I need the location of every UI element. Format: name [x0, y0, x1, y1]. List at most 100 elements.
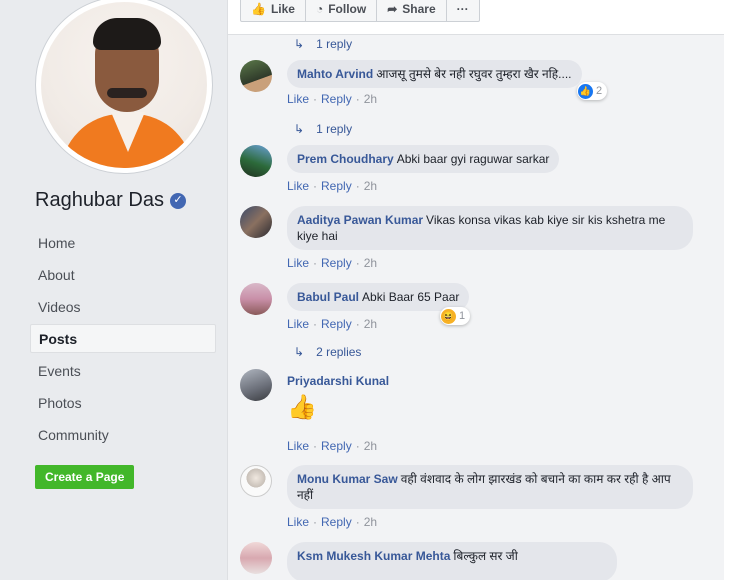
nav-item-label: Community	[38, 426, 109, 443]
reaction-summary[interactable]: 👍 2	[577, 82, 608, 100]
comment-time[interactable]: 2h	[364, 92, 377, 106]
nav-item-label: Photos	[38, 394, 82, 411]
comment-meta: Like · Reply · 2h	[287, 179, 378, 193]
view-replies-link[interactable]: ↳ 1 reply	[294, 122, 352, 136]
nav-item-photos[interactable]: Photos	[30, 388, 216, 417]
comment-like-link[interactable]: Like	[287, 439, 309, 453]
comment-meta: Like · Reply · 2h	[287, 439, 378, 453]
comment-reply-link[interactable]: Reply	[321, 92, 352, 106]
comment-text: आजसू तुमसे बेर नही रघुवर तुम्हरा खैर नहि…	[376, 67, 572, 81]
comment-time[interactable]: 2h	[364, 515, 377, 529]
reply-arrow-icon: ↳	[294, 345, 305, 359]
comment-reply-link[interactable]: Reply	[321, 439, 352, 453]
replies-count: 1 reply	[316, 37, 353, 51]
nav-item-community[interactable]: Community	[30, 420, 216, 449]
comment-reply-link[interactable]: Reply	[321, 515, 352, 529]
like-page-button[interactable]: 👍 Like	[240, 0, 306, 22]
comment-like-link[interactable]: Like	[287, 256, 309, 270]
reaction-count: 1	[459, 310, 466, 322]
comment-like-link[interactable]: Like	[287, 515, 309, 529]
comment-reply-link[interactable]: Reply	[321, 179, 352, 193]
view-replies-link[interactable]: ↳ 1 reply	[294, 37, 352, 51]
comment-meta: Like · Reply · 2h	[287, 515, 378, 529]
comment-bubble: Babul Paul Abki Baar 65 Paar	[287, 283, 470, 311]
comment-author[interactable]: Aaditya Pawan Kumar	[297, 213, 423, 227]
more-button[interactable]: ···	[445, 0, 480, 22]
verified-check-icon: ✓	[169, 192, 186, 209]
nav-item-videos[interactable]: Videos	[30, 292, 216, 321]
comment-bubble: Ksm Mukesh Kumar Mehta बिल्कुल सर जी	[287, 542, 617, 580]
comment-reply-link[interactable]: Reply	[321, 317, 352, 331]
comment-author[interactable]: Monu Kumar Saw	[297, 472, 398, 486]
reply-arrow-icon: ↳	[294, 37, 305, 51]
like-page-label: Like	[270, 2, 295, 16]
follow-label: Follow	[328, 2, 367, 16]
comment-bubble: Mahto Arvind आजसू तुमसे बेर नही रघुवर तुम…	[287, 60, 582, 88]
comment-bubble: Aaditya Pawan Kumar Vikas konsa vikas kab…	[287, 206, 693, 250]
share-button[interactable]: ➦ Share	[376, 0, 447, 22]
nav-item-posts[interactable]: Posts	[30, 324, 216, 353]
create-page-button[interactable]: Create a Page	[35, 465, 135, 489]
replies-count: 2 replies	[316, 345, 362, 359]
comment-author[interactable]: Prem Choudhary	[297, 152, 394, 166]
reaction-count: 2	[596, 85, 603, 97]
nav-item-home[interactable]: Home	[30, 228, 216, 257]
haha-reaction-icon: 😆	[441, 308, 456, 324]
comment-text: बिल्कुल सर जी	[453, 549, 518, 563]
avatar[interactable]	[240, 369, 272, 401]
comment-meta: Like · Reply · 2h	[287, 92, 378, 106]
nav-item-label: Videos	[38, 298, 81, 315]
nav-item-label: Posts	[39, 330, 78, 347]
follow-button[interactable]: ◔ Follow	[304, 0, 378, 22]
comment-meta: Like · Reply · 2h	[287, 317, 378, 331]
share-label: Share	[402, 2, 436, 16]
avatar[interactable]	[240, 283, 272, 315]
profile-picture-hair	[93, 18, 161, 50]
nav-item-events[interactable]: Events	[30, 356, 216, 385]
avatar[interactable]	[240, 60, 272, 92]
page-nav: Home About Videos Posts Events Photos Co…	[30, 228, 216, 452]
profile-picture-frame[interactable]	[35, 0, 213, 174]
comment-time[interactable]: 2h	[364, 256, 377, 270]
avatar[interactable]	[240, 542, 272, 574]
comment-time[interactable]: 2h	[364, 179, 377, 193]
comment-author[interactable]: Priyadarshi Kunal	[287, 374, 389, 388]
reply-arrow-icon: ↳	[294, 122, 305, 136]
share-arrow-icon: ➦	[387, 2, 398, 16]
comment-bubble: Monu Kumar Saw वही वंशवाद के लोग झारखंड क…	[287, 465, 693, 509]
reaction-summary[interactable]: 😆 1	[440, 307, 471, 325]
post-card: 👍 Like ◔ Follow ➦ Share ··· ↳ 1 reply Ma…	[227, 0, 735, 580]
left-sidebar: Raghubar Das ✓ Home About Videos Posts E…	[0, 0, 228, 580]
comment-like-link[interactable]: Like	[287, 179, 309, 193]
comment-reply-link[interactable]: Reply	[321, 256, 352, 270]
more-dots-icon: ···	[456, 2, 469, 16]
comment-text: Abki baar gyi raguwar sarkar	[396, 152, 550, 166]
comment-time[interactable]: 2h	[364, 439, 377, 453]
nav-item-label: Home	[38, 234, 76, 251]
like-reaction-icon: 👍	[578, 83, 593, 99]
rss-icon: ◔	[315, 2, 324, 16]
nav-item-label: About	[38, 266, 75, 283]
comment-like-link[interactable]: Like	[287, 92, 309, 106]
page-title[interactable]: Raghubar Das ✓	[35, 189, 186, 212]
page-name-text[interactable]: Raghubar Das	[35, 189, 164, 212]
comment-meta: Like · Reply · 2h	[287, 256, 378, 270]
comment-author[interactable]: Ksm Mukesh Kumar Mehta	[297, 549, 450, 563]
page-actions-bar: 👍 Like ◔ Follow ➦ Share ···	[240, 0, 480, 22]
comment-like-link[interactable]: Like	[287, 317, 309, 331]
comment-author[interactable]: Mahto Arvind	[297, 67, 373, 81]
nav-item-about[interactable]: About	[30, 260, 216, 289]
avatar[interactable]	[240, 145, 272, 177]
profile-picture[interactable]	[41, 2, 207, 168]
comment-author[interactable]: Babul Paul	[297, 290, 359, 304]
comment-header: Priyadarshi Kunal	[287, 374, 392, 388]
profile-picture-moustache	[107, 88, 147, 98]
comment-time[interactable]: 2h	[364, 317, 377, 331]
comment-bubble: Prem Choudhary Abki baar gyi raguwar sark…	[287, 145, 560, 173]
thumbs-up-icon: 👍	[251, 2, 266, 16]
comments-section: ↳ 1 reply Mahto Arvind आजसू तुमसे बेर नही…	[228, 34, 724, 580]
view-replies-link[interactable]: ↳ 2 replies	[294, 345, 361, 359]
avatar[interactable]	[240, 206, 272, 238]
replies-count: 1 reply	[316, 122, 353, 136]
avatar[interactable]	[240, 465, 272, 497]
